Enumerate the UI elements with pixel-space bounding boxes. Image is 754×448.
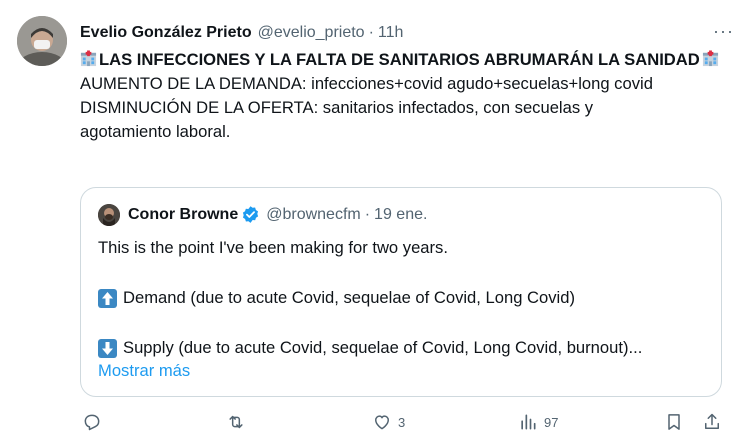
share-button[interactable]: [702, 412, 722, 432]
quoted-demand-line: Demand (due to acute Covid, sequelae of …: [98, 288, 575, 308]
reply-button[interactable]: [82, 412, 108, 432]
hospital-emoji-icon: [80, 50, 97, 67]
like-button[interactable]: 3: [372, 412, 405, 432]
verified-badge-icon: [243, 206, 259, 223]
quoted-handle[interactable]: @brownecfm: [266, 206, 361, 224]
reply-icon: [84, 414, 100, 431]
down-arrow-icon: [98, 338, 117, 358]
quoted-supply-line: Supply (due to acute Covid, sequelae of …: [98, 338, 642, 358]
quoted-avatar[interactable]: [98, 204, 120, 226]
retweet-button[interactable]: [226, 412, 252, 432]
separator-dot: ·: [368, 24, 374, 41]
quoted-text-line: This is the point I've been making for t…: [98, 238, 448, 257]
bookmark-button[interactable]: [664, 412, 684, 432]
like-count: 3: [398, 414, 406, 430]
up-arrow-icon: [98, 288, 117, 308]
tweet-body-line: agotamiento laboral.: [80, 122, 231, 141]
share-icon: [705, 413, 719, 429]
quoted-date[interactable]: 19 ene.: [374, 206, 427, 224]
tweet-body-line: AUMENTO DE LA DEMANDA: infecciones+covid…: [80, 74, 653, 93]
quoted-header: Conor Browne @brownecfm · 19 ene.: [128, 205, 427, 224]
action-bar: 3 97: [80, 412, 724, 440]
demand-text: Demand (due to acute Covid, sequelae of …: [123, 288, 575, 307]
author-name[interactable]: Evelio González Prieto: [80, 24, 252, 42]
headline-text: LAS INFECCIONES Y LA FALTA DE SANITARIOS…: [99, 50, 700, 69]
views-count: 97: [544, 414, 559, 430]
show-more-link[interactable]: Mostrar más: [98, 361, 190, 381]
views-button[interactable]: 97: [518, 412, 558, 432]
views-chart-icon: [521, 414, 536, 430]
author-handle[interactable]: @evelio_prieto: [258, 24, 365, 42]
more-options-icon[interactable]: ···: [713, 22, 734, 40]
separator-dot: ·: [364, 205, 371, 223]
tweet-body-line: DISMINUCIÓN DE LA OFERTA: sanitarios inf…: [80, 98, 594, 117]
tweet-header: Evelio González Prieto @evelio_prieto · …: [80, 22, 734, 44]
tweet-headline: LAS INFECCIONES Y LA FALTA DE SANITARIOS…: [80, 48, 730, 72]
tweet-text: LAS INFECCIONES Y LA FALTA DE SANITARIOS…: [80, 48, 730, 144]
avatar[interactable]: [17, 16, 67, 66]
supply-text: Supply (due to acute Covid, sequelae of …: [123, 338, 643, 357]
quoted-author-name[interactable]: Conor Browne: [128, 206, 238, 224]
quoted-tweet[interactable]: Conor Browne @brownecfm · 19 ene. This i…: [80, 187, 722, 397]
retweet-icon: [229, 415, 243, 429]
tweet-time[interactable]: 11h: [378, 24, 404, 42]
hospital-emoji-icon: [702, 50, 718, 67]
heart-icon: [375, 415, 389, 430]
bookmark-icon: [668, 414, 680, 430]
